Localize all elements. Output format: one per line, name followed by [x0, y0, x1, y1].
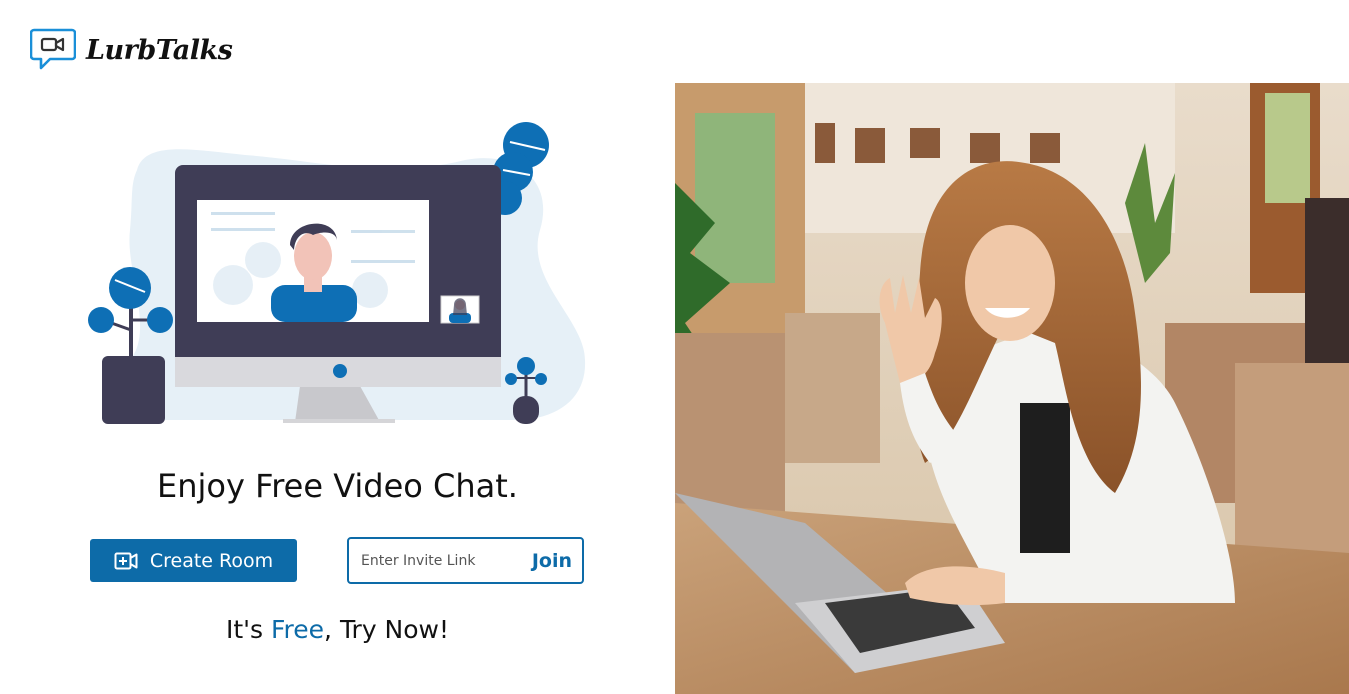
hero-photo: [675, 83, 1349, 694]
tagline-suffix: , Try Now!: [324, 615, 450, 644]
tagline: It's Free, Try Now!: [0, 615, 675, 644]
brand-name: LurbTalks: [86, 34, 233, 66]
join-button[interactable]: Join: [526, 550, 582, 572]
create-room-label: Create Room: [149, 549, 274, 572]
video-chat-bubble-icon: [30, 28, 76, 70]
invite-link-group: Join: [347, 537, 584, 584]
page-headline: Enjoy Free Video Chat.: [157, 467, 518, 505]
tagline-highlight: Free: [270, 615, 325, 644]
monitor: [175, 165, 501, 423]
create-room-button[interactable]: Create Room: [90, 539, 297, 582]
video-call-illustration: [88, 122, 586, 424]
brand-logo[interactable]: LurbTalks: [30, 28, 233, 72]
tagline-prefix: It's: [225, 615, 271, 644]
invite-link-input[interactable]: [349, 538, 526, 583]
video-plus-icon: [114, 552, 138, 569]
